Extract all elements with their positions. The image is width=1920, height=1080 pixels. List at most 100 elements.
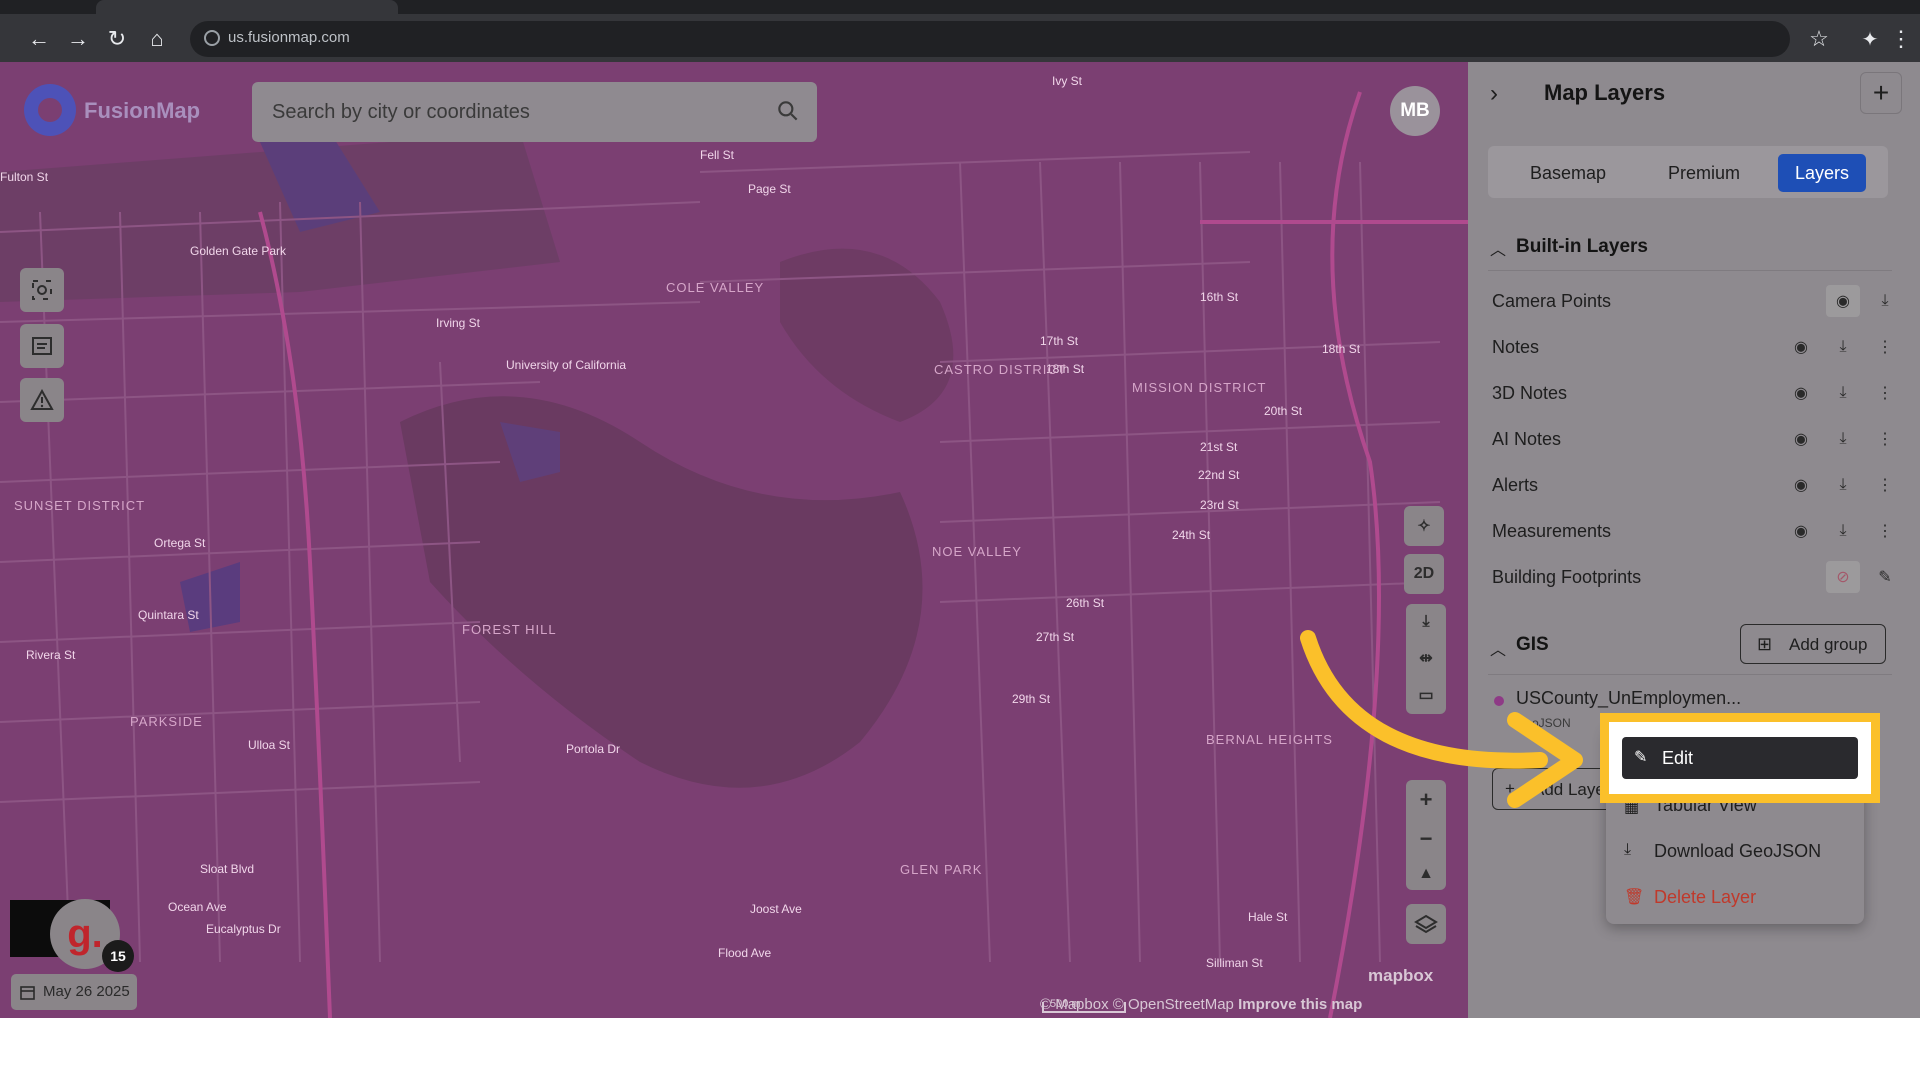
district-label: COLE VALLEY	[666, 280, 765, 295]
browser-toolbar: ← → ↻ ⌂ us.fusionmap.com ☆ ✦ ⋮	[0, 0, 1920, 62]
zoom-out-icon[interactable]: −	[1420, 826, 1433, 852]
more-vertical-icon[interactable]: ⋮	[1873, 335, 1897, 359]
reload-icon[interactable]: ↻	[102, 24, 132, 54]
eye-icon[interactable]: ◉	[1789, 335, 1813, 359]
district-label: MISSION DISTRICT	[1132, 380, 1267, 395]
notes-tool-icon[interactable]	[20, 324, 64, 368]
street-label: Portola Dr	[566, 742, 621, 756]
layer-row[interactable]: Alerts ◉ ⤓ ⋮	[1492, 465, 1893, 505]
camera-focus-tool-icon[interactable]	[20, 268, 64, 312]
browser-menu-icon[interactable]: ⋮	[1886, 24, 1916, 54]
district-label: PARKSIDE	[130, 714, 203, 729]
street-label: Fell St	[700, 148, 735, 162]
map-attribution: © Mapbox © OpenStreetMap Improve this ma…	[1040, 996, 1362, 1013]
divider	[1488, 270, 1892, 271]
site-info-icon[interactable]	[204, 30, 220, 46]
street-label: Ulloa St	[248, 738, 291, 752]
url-text: us.fusionmap.com	[228, 29, 350, 46]
fusionmap-logo[interactable]: FusionMap	[20, 80, 200, 142]
collapse-panel-icon[interactable]: ›	[1490, 80, 1498, 108]
layer-name: AI Notes	[1492, 429, 1562, 449]
search-icon[interactable]	[775, 98, 801, 124]
street-label: 20th St	[1264, 404, 1303, 418]
layer-row[interactable]: Measurements ◉ ⤓ ⋮	[1492, 511, 1893, 551]
tab-premium[interactable]: Premium	[1644, 154, 1764, 192]
osm-attribution-link[interactable]: © OpenStreetMap	[1113, 996, 1234, 1013]
eye-icon[interactable]: ◉	[1789, 519, 1813, 543]
eye-icon[interactable]: ◉	[1789, 381, 1813, 405]
logo-mark-icon	[24, 84, 76, 136]
layer-row[interactable]: Camera Points ◉ ⤓	[1492, 281, 1892, 321]
download-icon[interactable]: ⤓	[1831, 519, 1855, 543]
tab-basemap[interactable]: Basemap	[1508, 154, 1628, 192]
search-input[interactable]: Search by city or coordinates	[272, 101, 530, 124]
eye-icon[interactable]: ◉	[1789, 427, 1813, 451]
eye-icon[interactable]: ◉	[1831, 289, 1855, 313]
bookmark-star-icon[interactable]: ☆	[1804, 24, 1834, 54]
add-layer-plus-icon[interactable]: +	[1860, 72, 1902, 114]
layer-row[interactable]: AI Notes ◉ ⤓ ⋮	[1492, 419, 1893, 459]
street-label: Page St	[748, 182, 791, 196]
ai-assist-icon[interactable]: ✧	[1404, 506, 1444, 546]
street-label: Irving St	[436, 316, 481, 330]
builtin-layers-heading[interactable]: Built-in Layers	[1516, 236, 1648, 258]
trash-icon: 🗑	[1624, 889, 1645, 906]
add-group-button[interactable]: ⊞ Add group	[1740, 624, 1886, 664]
alert-tool-icon[interactable]	[20, 378, 64, 422]
download-icon[interactable]: ⤓	[1831, 381, 1855, 405]
street-label: Ocean Ave	[168, 900, 227, 914]
improve-map-link[interactable]: Improve this map	[1238, 996, 1362, 1013]
layer-name: Measurements	[1492, 521, 1612, 541]
home-icon[interactable]: ⌂	[142, 24, 172, 54]
eye-icon[interactable]: ◉	[1789, 473, 1813, 497]
street-label: 27th St	[1036, 630, 1075, 644]
eye-off-icon[interactable]: ⊘	[1831, 565, 1855, 589]
tutorial-arrow-icon	[1300, 630, 1583, 808]
forward-icon[interactable]: →	[63, 24, 93, 54]
layer-row[interactable]: Building Footprints ⊘ ✎	[1492, 557, 1892, 597]
layers-toggle-icon[interactable]	[1406, 904, 1446, 944]
mapbox-attribution-link[interactable]: © Mapbox	[1040, 996, 1109, 1013]
more-vertical-icon[interactable]: ⋮	[1873, 427, 1897, 451]
street-label: 16th St	[1200, 290, 1239, 304]
street-label: University of California	[506, 358, 627, 372]
chevron-up-icon[interactable]: ︿	[1490, 236, 1506, 260]
download-icon: ⤓	[1624, 841, 1632, 858]
logo-text: FusionMap	[84, 98, 201, 123]
more-vertical-icon[interactable]: ⋮	[1873, 381, 1897, 405]
map-canvas[interactable]: Fell St Page St Fulton St Golden Gate Pa…	[0, 62, 1468, 1018]
menu-item-download-geojson[interactable]: Download GeoJSON	[1654, 841, 1821, 862]
menu-item-edit[interactable]: ✎ Edit	[1622, 737, 1858, 779]
panel-tabs: Basemap Premium Layers	[1488, 146, 1888, 198]
download-icon[interactable]: ⤓	[1831, 335, 1855, 359]
street-label: Fulton St	[0, 170, 49, 184]
toggle-2d-button[interactable]: 2D	[1404, 554, 1444, 594]
tab-layers[interactable]: Layers	[1778, 154, 1866, 192]
panel-title: Map Layers	[1544, 80, 1666, 105]
layer-row[interactable]: 3D Notes ◉ ⤓ ⋮	[1492, 373, 1893, 413]
compass-icon[interactable]: ▲	[1418, 865, 1434, 883]
user-avatar[interactable]: MB	[1390, 86, 1440, 136]
back-icon[interactable]: ←	[24, 24, 54, 54]
street-label: Eucalyptus Dr	[206, 922, 281, 936]
district-label: NOE VALLEY	[932, 544, 1022, 559]
street-label: Silliman St	[1206, 956, 1263, 970]
date-picker[interactable]: May 26 2025	[11, 974, 137, 1010]
address-bar[interactable]	[190, 21, 1790, 57]
layer-name: Building Footprints	[1492, 567, 1642, 587]
layer-name: Notes	[1492, 337, 1540, 357]
more-vertical-icon[interactable]: ⋮	[1873, 473, 1897, 497]
download-icon[interactable]: ⤓	[1873, 289, 1897, 313]
layer-row[interactable]: Notes ◉ ⤓ ⋮	[1492, 327, 1893, 367]
street-label: Rivera St	[26, 648, 76, 662]
menu-item-delete-layer[interactable]: Delete Layer	[1654, 887, 1756, 908]
download-icon[interactable]: ⤓	[1831, 473, 1855, 497]
search-box[interactable]: Search by city or coordinates	[252, 82, 817, 142]
extensions-icon[interactable]: ✦	[1855, 24, 1885, 54]
download-icon[interactable]: ⤓	[1831, 427, 1855, 451]
edit-pencil-icon[interactable]: ✎	[1873, 565, 1897, 589]
more-vertical-icon[interactable]: ⋮	[1873, 519, 1897, 543]
street-label: Hale St	[1248, 910, 1288, 924]
tab-strip	[0, 0, 1920, 14]
browser-tab[interactable]	[96, 0, 398, 14]
